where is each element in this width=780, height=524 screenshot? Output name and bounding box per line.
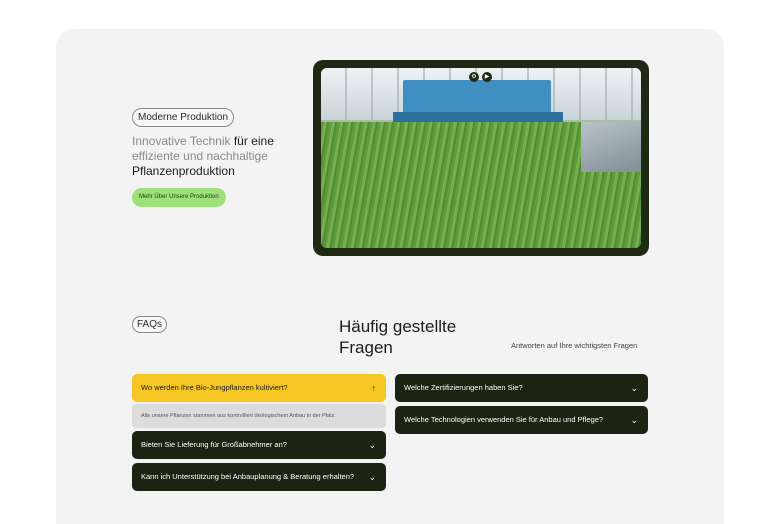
headline-part-3: effiziente und nachhaltige [132,149,268,163]
chevron-down-icon: ⌄ [368,440,376,450]
production-cta-button[interactable]: Mehr Über Unsere Produktion [132,188,226,207]
machine-boom [393,112,563,122]
faq-item-certifications[interactable]: Welche Zertifizierungen haben Sie? ⌄ [395,374,648,402]
chevron-down-icon: ⌄ [368,472,376,482]
production-headline: Innovative Technik für eine effiziente u… [132,134,302,179]
faq-item-technologies[interactable]: Welche Technologien verwenden Sie für An… [395,406,648,434]
settings-icon[interactable]: ⚙ [469,72,479,82]
faq-item-delivery[interactable]: Bieten Sie Lieferung für Großabnehmer an… [132,431,386,459]
greenhouse-image: ⚙ ▶ [321,68,641,248]
arrow-up-icon: ↑ [371,383,377,393]
faq-pill: FAQs [132,316,168,333]
production-pill: Moderne Produktion [132,108,235,127]
faq-item-consulting[interactable]: Kann ich Unterstützung bei Anbauplanung … [132,463,386,491]
faq-question: Welche Zertifizierungen haben Sie? [404,383,523,392]
play-icon[interactable]: ▶ [482,72,492,82]
faq-item-cultivation[interactable]: Wo werden Ihre Bio-Jungpflanzen kultivie… [132,374,386,402]
faq-question: Bieten Sie Lieferung für Großabnehmer an… [141,440,287,449]
headline-part-4: Pflanzenproduktion [132,164,235,178]
faq-question: Welche Technologien verwenden Sie für An… [404,415,604,424]
chevron-down-icon: ⌄ [630,383,638,393]
headline-part-2: für eine [233,134,274,148]
production-media-frame: ⚙ ▶ [313,60,649,256]
faq-question: Kann ich Unterstützung bei Anbauplanung … [141,472,355,481]
faq-subtitle: Antworten auf Ihre wichtigsten Fragen [511,341,638,350]
headline-part-1: Innovative Technik [132,134,234,148]
chevron-down-icon: ⌄ [630,415,638,425]
faq-question: Wo werden Ihre Bio-Jungpflanzen kultivie… [141,383,288,392]
faq-answer: Alle unsere Pflanzen stammen aus kontrol… [132,404,386,428]
faq-title: Häufig gestellte Fragen [339,317,457,357]
greenhouse-walkway [581,122,641,172]
